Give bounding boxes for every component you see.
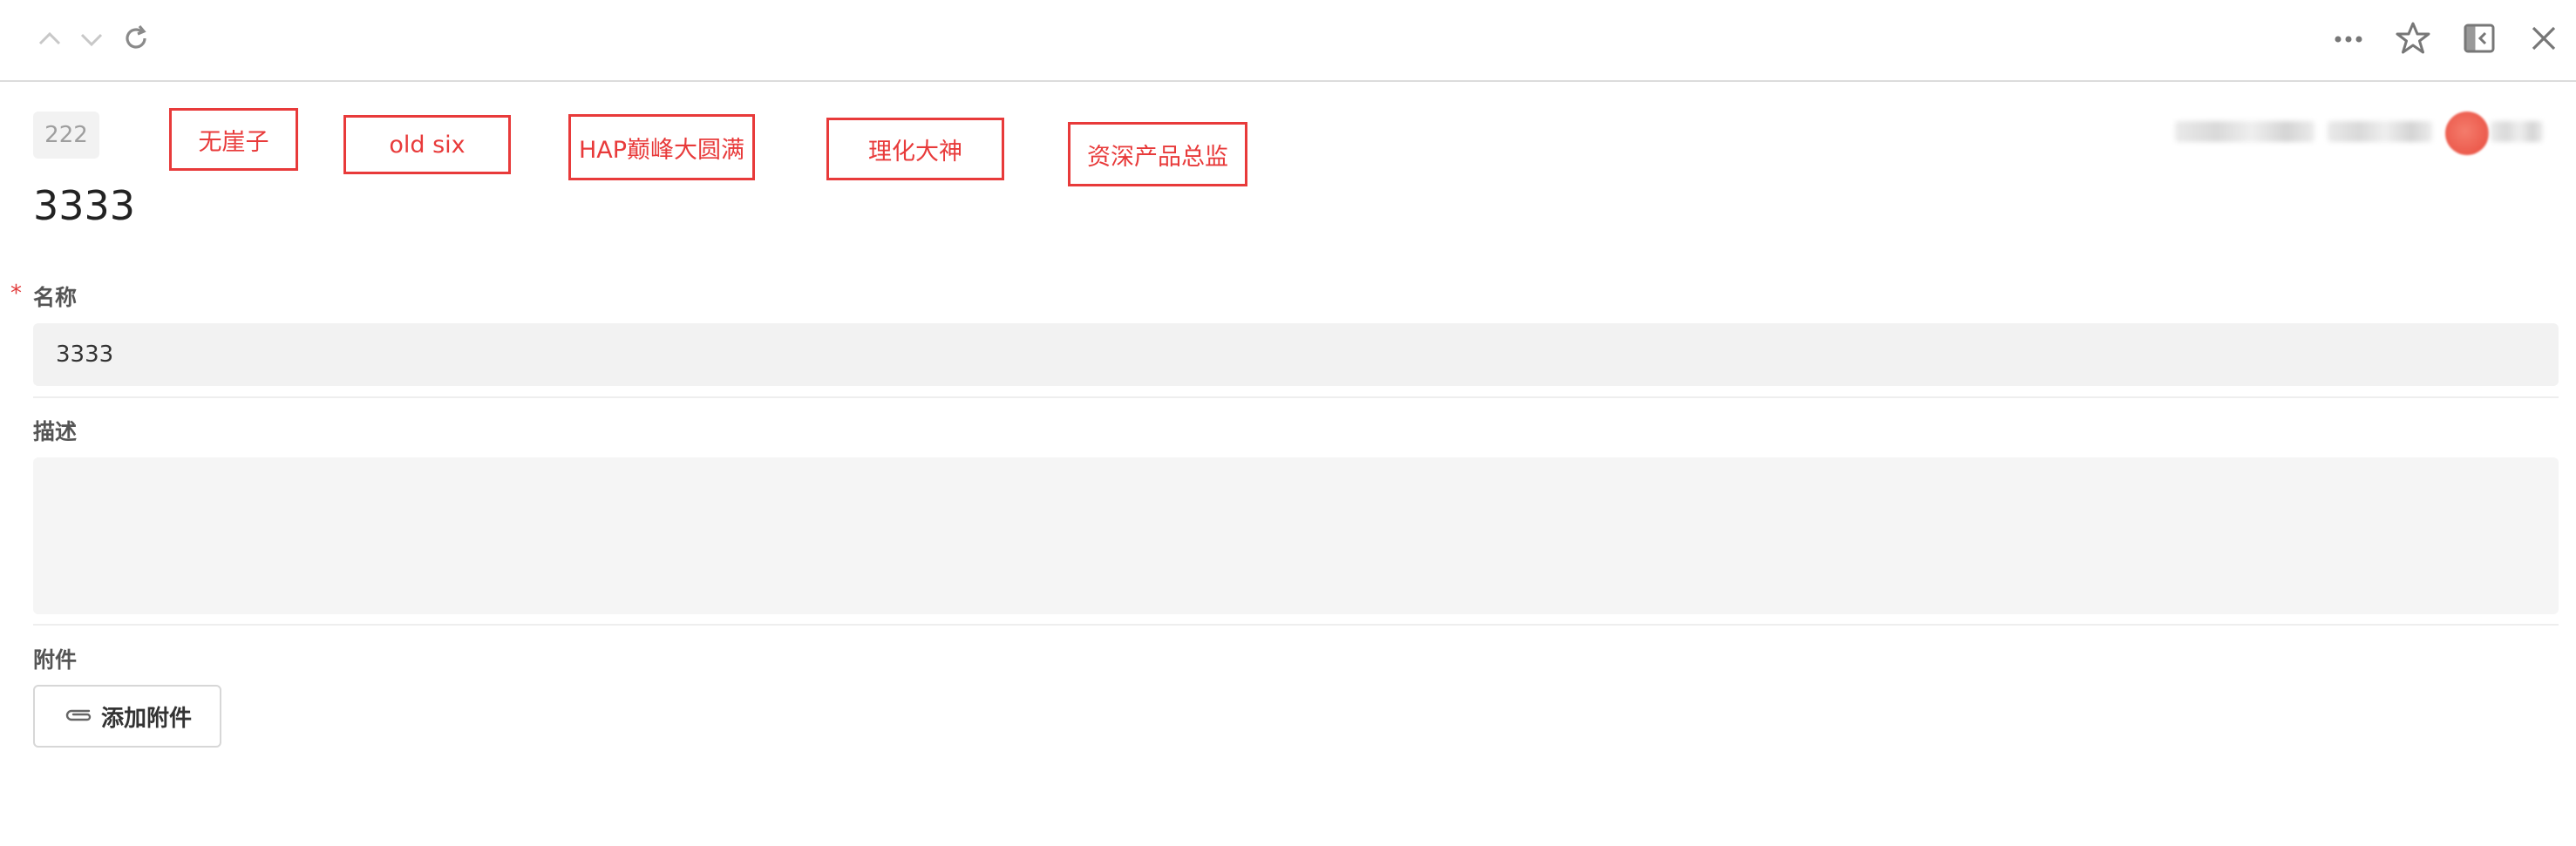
annotation-label: 理化大神 [826,118,1004,180]
chevron-up-icon[interactable] [37,26,63,52]
attachment-label: 附件 [33,647,78,673]
annotation-label: 无崖子 [169,108,298,171]
annotation-label: HAP巅峰大圆满 [568,114,755,180]
avatar[interactable] [2445,112,2489,155]
record-title: 3333 [33,182,136,229]
star-icon[interactable] [2396,21,2430,56]
record-tag: 222 [33,112,99,159]
refresh-icon[interactable] [120,23,152,54]
close-icon[interactable] [2528,23,2559,54]
required-mark: * [10,281,22,307]
divider [33,396,2559,398]
annotation-label: old six [343,115,511,174]
user-info-blurred [2175,112,2550,155]
annotation-label: 资深产品总监 [1068,122,1247,186]
more-icon[interactable] [2333,26,2364,52]
name-label: 名称 [33,285,78,310]
sidebar-collapse-icon[interactable] [2464,23,2495,54]
top-toolbar [0,0,2576,82]
description-textarea[interactable] [33,457,2559,614]
description-label: 描述 [33,419,78,444]
name-input[interactable]: 3333 [33,323,2559,386]
add-attachment-label: 添加附件 [100,705,192,732]
chevron-down-icon[interactable] [78,26,105,52]
paperclip-icon [63,703,101,729]
divider [33,624,2559,626]
add-attachment-button[interactable]: 添加附件 [33,685,221,748]
